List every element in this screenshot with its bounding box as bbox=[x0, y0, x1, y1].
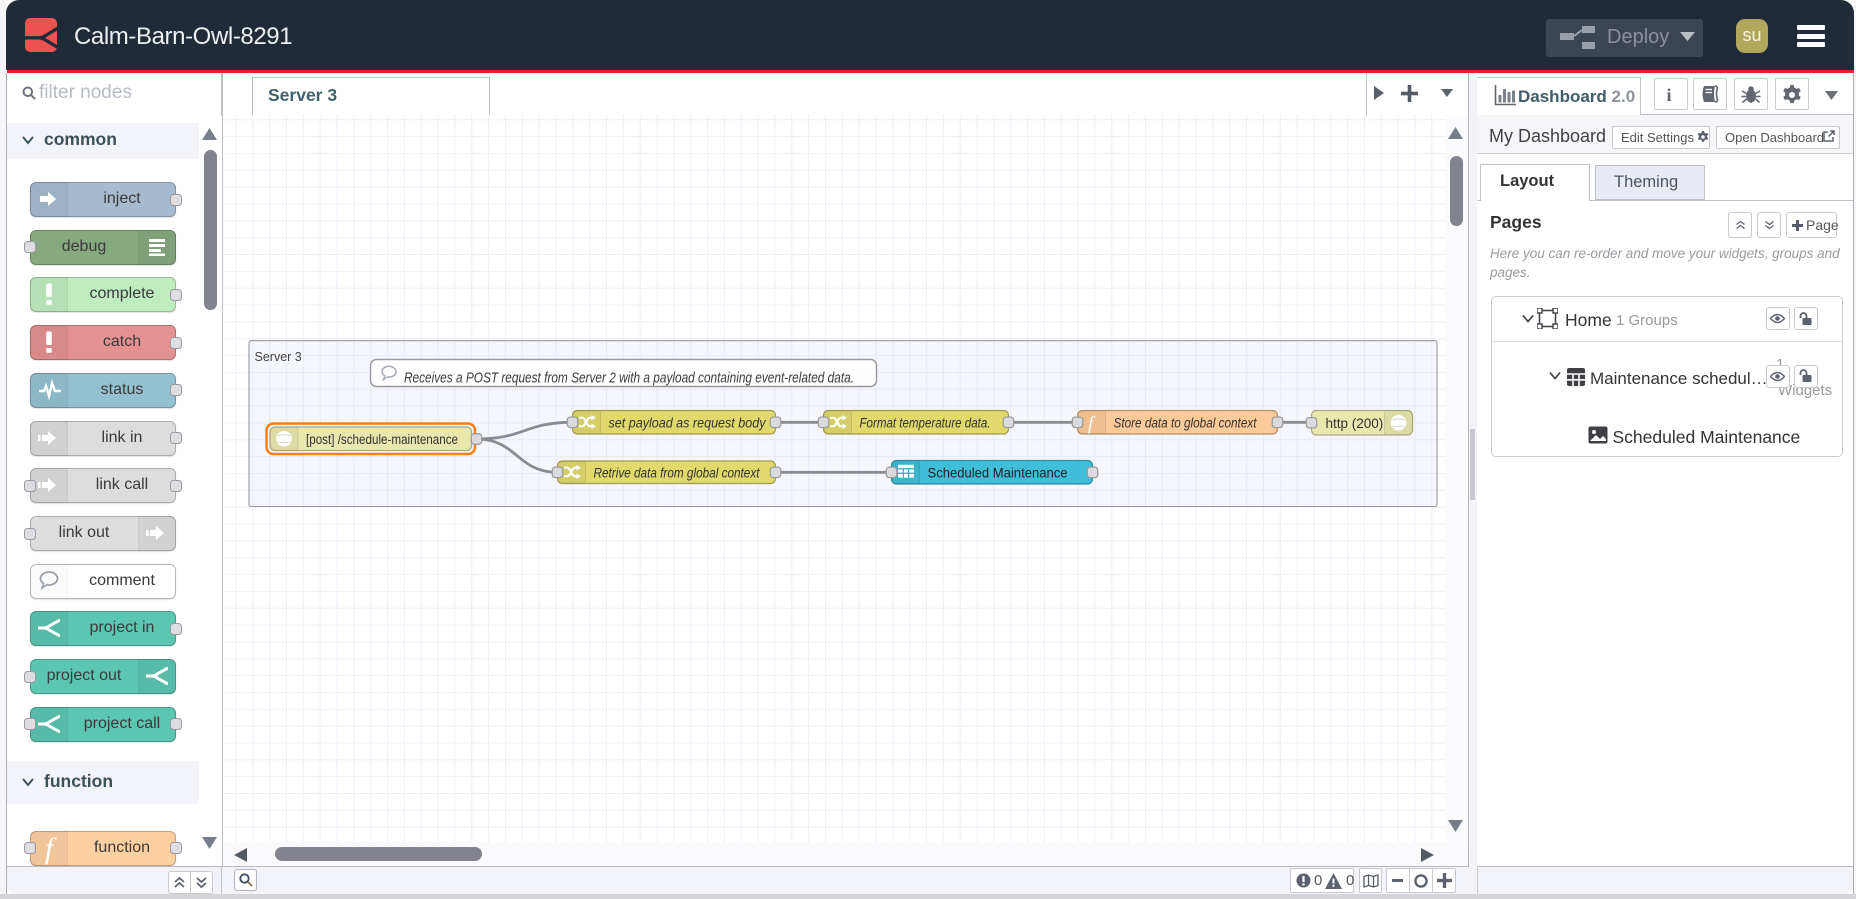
svg-text:Format temperature data.: Format temperature data. bbox=[859, 415, 990, 430]
svg-text:http (200): http (200) bbox=[1325, 416, 1383, 431]
svg-text:[post] /schedule-maintenance: [post] /schedule-maintenance bbox=[306, 432, 458, 447]
svg-text:Receives a POST request from S: Receives a POST request from Server 2 wi… bbox=[404, 371, 854, 387]
svg-text:Server 3: Server 3 bbox=[254, 350, 301, 364]
svg-text:Retrive data from global conte: Retrive data from global context bbox=[593, 465, 760, 480]
svg-text:Scheduled Maintenance: Scheduled Maintenance bbox=[927, 465, 1067, 480]
svg-text:set payload as request body: set payload as request body bbox=[608, 415, 766, 430]
svg-text:Store data to global context: Store data to global context bbox=[1113, 415, 1257, 430]
